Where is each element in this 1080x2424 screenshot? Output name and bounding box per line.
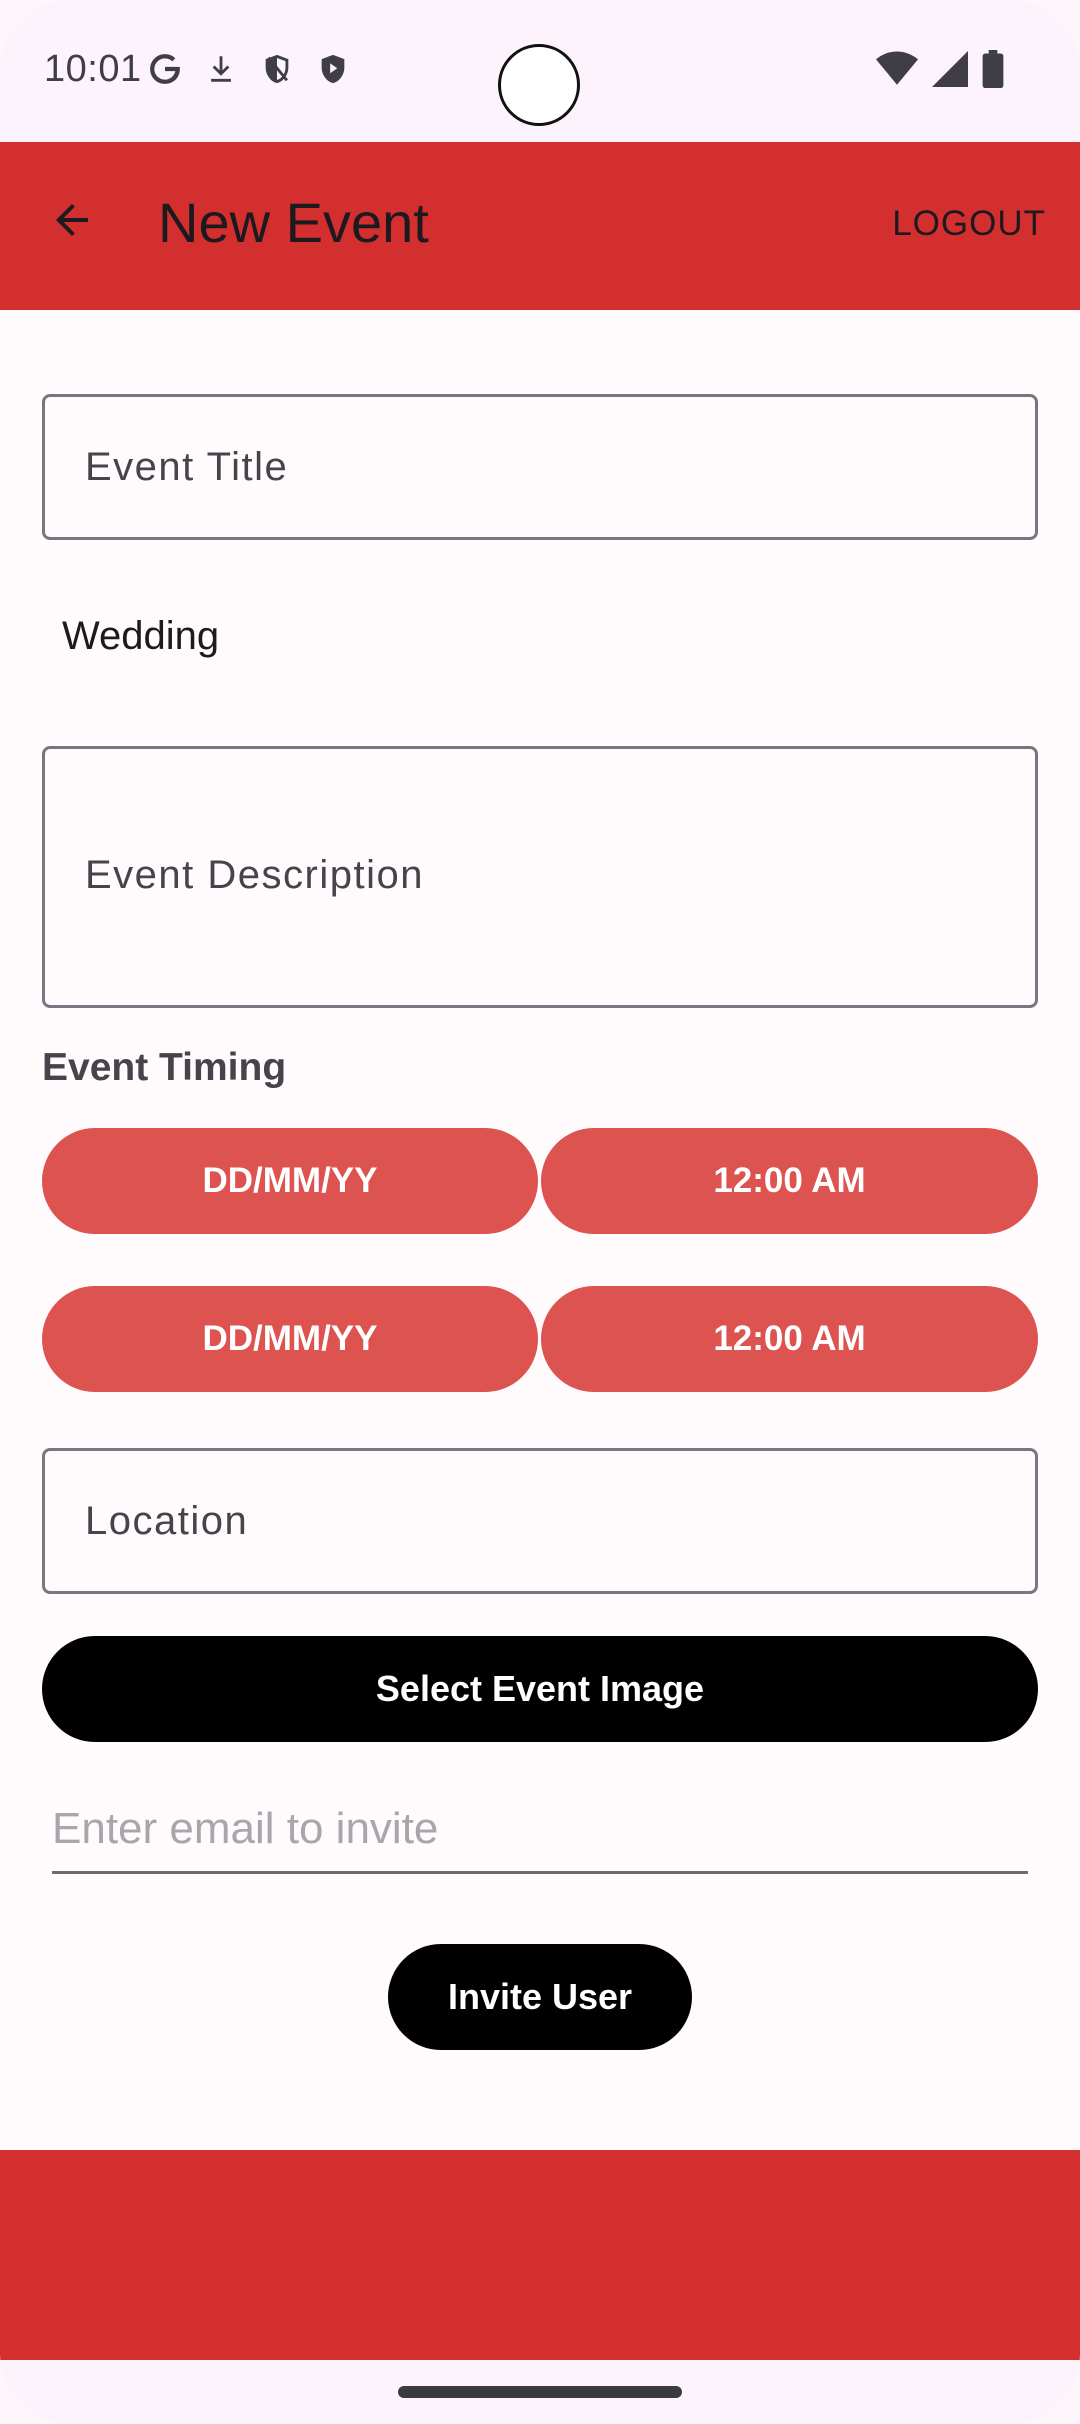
status-icons-left (148, 50, 350, 88)
status-icons-right (876, 50, 1004, 93)
home-indicator[interactable] (398, 2386, 682, 2398)
select-event-image-button[interactable]: Select Event Image (42, 1636, 1038, 1742)
invite-user-button[interactable]: Invite User (388, 1944, 692, 2050)
status-bar: 10:01 (0, 0, 1080, 142)
bottom-bar (0, 2150, 1080, 2360)
end-time-button[interactable]: 12:00 AM (541, 1286, 1038, 1392)
gesture-nav-area (0, 2360, 1080, 2424)
shield-play-icon (316, 50, 350, 88)
back-button[interactable] (36, 186, 108, 258)
start-time-button[interactable]: 12:00 AM (541, 1128, 1038, 1234)
status-time: 10:01 (44, 48, 142, 90)
invite-email-placeholder: Enter email to invite (52, 1804, 439, 1853)
event-form: Event Title Wedding Event Description Ev… (0, 310, 1080, 2150)
logout-button[interactable]: LOGOUT (892, 204, 1046, 244)
download-icon (204, 50, 238, 88)
event-timing-heading: Event Timing (42, 1046, 287, 1089)
google-icon (148, 50, 182, 88)
location-label: Location (85, 1499, 249, 1543)
location-field[interactable]: Location (42, 1448, 1038, 1594)
app-bar: New Event LOGOUT (0, 142, 1080, 310)
event-description-field[interactable]: Event Description (42, 746, 1038, 1008)
event-type-value[interactable]: Wedding (62, 614, 219, 659)
end-date-button[interactable]: DD/MM/YY (42, 1286, 538, 1392)
battery-icon (982, 50, 1004, 93)
event-description-label: Event Description (85, 853, 424, 897)
arrow-back-icon (48, 196, 96, 249)
start-date-button[interactable]: DD/MM/YY (42, 1128, 538, 1234)
page-title: New Event (158, 191, 429, 254)
event-title-label: Event Title (85, 445, 289, 489)
invite-email-input[interactable]: Enter email to invite (52, 1790, 1028, 1874)
screen: 10:01 New Event LOGOUT Event Title Weddi… (0, 0, 1080, 2424)
wifi-icon (876, 51, 918, 92)
camera-cutout (498, 44, 580, 126)
shield-outline-icon (260, 50, 294, 88)
event-title-field[interactable]: Event Title (42, 394, 1038, 540)
signal-icon (932, 51, 968, 92)
